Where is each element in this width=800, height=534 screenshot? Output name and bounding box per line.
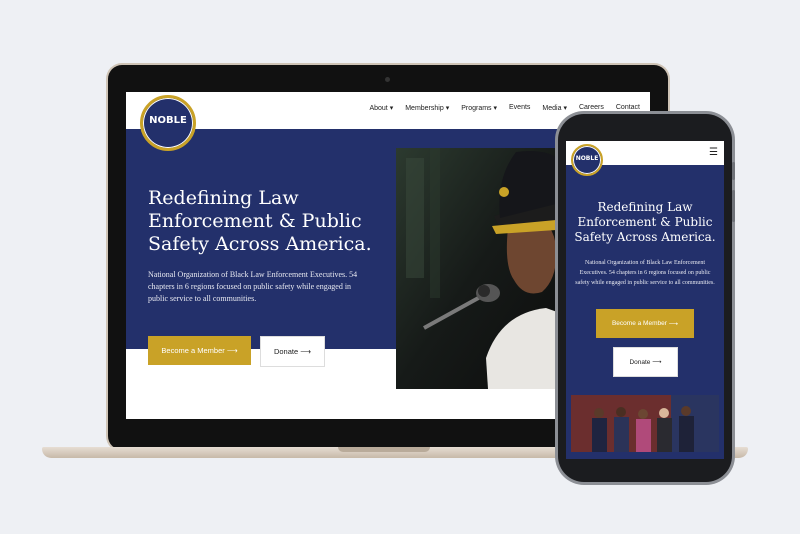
hero-photo — [396, 148, 560, 389]
chevron-down-icon: ▾ — [563, 105, 567, 112]
hero-text: National Organization of Black Law Enfor… — [575, 260, 715, 286]
nav-label: Programs — [461, 105, 492, 112]
main-nav: About ▾ Membership ▾ Programs ▾ Events M… — [369, 104, 640, 112]
arrow-right-icon: ⟶ — [226, 346, 238, 355]
laptop-notch — [338, 447, 430, 452]
arrow-right-icon: ⟶ — [668, 320, 679, 328]
nav-item-media[interactable]: Media ▾ — [542, 104, 567, 112]
hero-title: Redefining Law Enforcement & Public Safe… — [148, 187, 372, 255]
nav-label: Events — [509, 104, 531, 111]
phone-side-button — [732, 162, 735, 180]
nav-item-events[interactable]: Events — [509, 104, 530, 112]
button-label: Become a Member — [161, 346, 225, 355]
chevron-down-icon: ▾ — [493, 105, 498, 112]
arrow-right-icon: ⟶ — [652, 359, 662, 366]
logo-text: NOBLE — [149, 115, 187, 126]
donate-button[interactable]: Donate ⟶ — [613, 347, 678, 377]
nav-item-careers[interactable]: Careers — [579, 104, 604, 112]
nav-item-contact[interactable]: Contact — [616, 104, 640, 112]
nav-item-about[interactable]: About ▾ — [369, 104, 393, 112]
nav-label: Membership — [405, 105, 444, 112]
hero-title: Redefining Law Enforcement & Public Safe… — [574, 200, 716, 244]
group-photo-illustration — [571, 395, 719, 452]
laptop-camera — [385, 77, 390, 82]
mobile-hero: Redefining Law Enforcement & Public Safe… — [566, 165, 724, 459]
chevron-down-icon: ▾ — [445, 105, 450, 112]
logo-text: NOBLE — [575, 155, 599, 162]
site-logo[interactable]: NOBLE — [571, 144, 603, 176]
button-label: Donate — [273, 347, 299, 356]
site-logo[interactable]: NOBLE — [140, 95, 196, 151]
button-label: Become a Member — [611, 320, 667, 327]
hero-text: National Organization of Black Law Enfor… — [148, 270, 358, 303]
chevron-down-icon: ▾ — [389, 105, 394, 112]
donate-button[interactable]: Donate ⟶ — [260, 336, 325, 367]
hamburger-icon[interactable]: ☰ — [709, 148, 718, 158]
arrow-right-icon: ⟶ — [300, 347, 312, 356]
become-member-button[interactable]: Become a Member ⟶ — [596, 309, 694, 338]
speaker-photo-illustration — [396, 148, 560, 389]
nav-item-membership[interactable]: Membership ▾ — [405, 104, 449, 112]
nav-label: Careers — [578, 104, 604, 111]
nav-label: About — [369, 105, 388, 112]
mobile-website: ☰ Redefining Law Enforcement & Public Sa… — [566, 141, 724, 459]
group-photo — [571, 395, 719, 452]
become-member-button[interactable]: Become a Member ⟶ — [148, 336, 251, 365]
nav-label: Media — [542, 105, 562, 112]
nav-item-programs[interactable]: Programs ▾ — [461, 104, 497, 112]
phone-side-button — [732, 190, 735, 222]
nav-label: Contact — [615, 104, 640, 111]
button-label: Donate — [629, 358, 651, 366]
